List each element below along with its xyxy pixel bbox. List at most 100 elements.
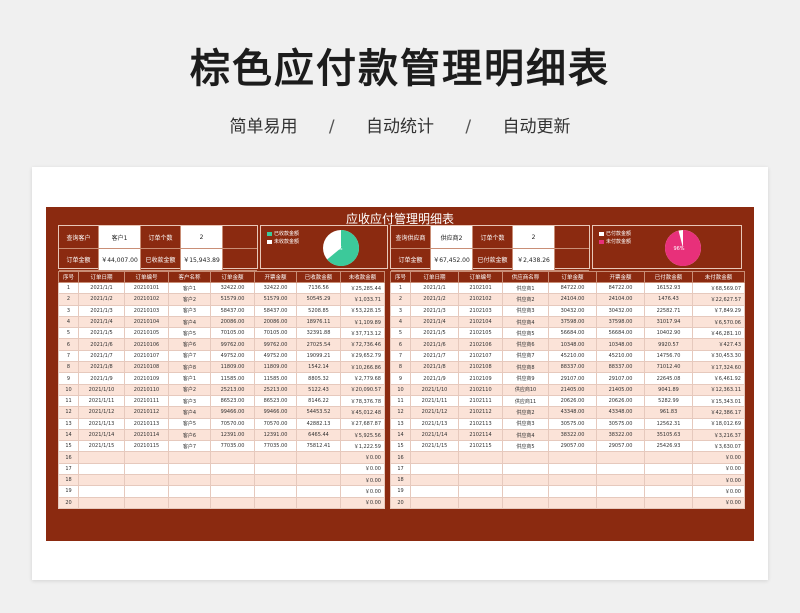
table-cell[interactable]: 20210108 (124, 361, 169, 374)
table-cell[interactable]: 客户3 (168, 394, 211, 408)
table-cell[interactable] (254, 451, 297, 464)
table-cell[interactable]: 8 (390, 361, 411, 374)
table-cell[interactable]: 50545.29 (296, 293, 341, 306)
table-cell[interactable]: 5122.43 (296, 383, 341, 396)
table-cell[interactable]: 20210109 (124, 372, 169, 385)
table-cell[interactable]: 20 (58, 496, 79, 509)
table-cell[interactable] (210, 462, 255, 476)
table-cell[interactable]: 9041.89 (644, 383, 693, 396)
table-cell[interactable]: 2021/1/5 (410, 327, 459, 340)
summary-value[interactable]: 供应商2 (431, 226, 473, 248)
table-cell[interactable] (596, 485, 645, 498)
table-cell[interactable]: 19 (58, 485, 79, 498)
table-cell[interactable]: 20210114 (124, 428, 169, 442)
table-cell[interactable] (644, 451, 693, 464)
table-cell[interactable]: 86523.00 (210, 394, 255, 408)
table-cell[interactable]: 20210104 (124, 315, 169, 329)
table-cell[interactable]: 49752.00 (210, 349, 255, 363)
table-cell[interactable] (168, 485, 211, 498)
table-cell[interactable]: ￥46,281.10 (692, 327, 745, 340)
table-cell[interactable]: 客户1 (168, 281, 211, 295)
table-cell[interactable]: 99466.00 (254, 406, 297, 419)
table-cell[interactable] (254, 462, 297, 476)
table-cell[interactable]: 2102114 (458, 428, 503, 442)
table-cell[interactable] (78, 485, 125, 498)
table-cell[interactable] (596, 496, 645, 509)
table-cell[interactable]: 25213.00 (210, 383, 255, 396)
table-cell[interactable]: 70570.00 (210, 417, 255, 430)
table-cell[interactable] (458, 496, 503, 509)
table-cell[interactable]: 12562.31 (644, 417, 693, 430)
table-cell[interactable]: 38322.00 (548, 428, 597, 442)
table-cell[interactable]: ￥72,736.46 (340, 338, 385, 351)
table-cell[interactable]: 29057.00 (596, 440, 645, 453)
table-cell[interactable]: ￥7,849.29 (692, 304, 745, 317)
table-cell[interactable]: ￥12,363.11 (692, 383, 745, 396)
table-cell[interactable]: 11809.00 (210, 361, 255, 374)
table-cell[interactable]: 2102113 (458, 417, 503, 430)
table-cell[interactable]: 供应商1 (502, 281, 549, 295)
table-cell[interactable]: 20210107 (124, 349, 169, 363)
table-cell[interactable] (548, 451, 597, 464)
table-cell[interactable] (458, 485, 503, 498)
table-cell[interactable]: 3 (58, 304, 79, 317)
table-cell[interactable] (458, 451, 503, 464)
table-cell[interactable]: 18976.11 (296, 315, 341, 329)
table-cell[interactable]: 2021/1/2 (410, 293, 459, 306)
table-cell[interactable]: 6465.44 (296, 428, 341, 442)
table-cell[interactable]: 20626.00 (596, 394, 645, 408)
table-cell[interactable]: 供应商4 (502, 428, 549, 442)
table-cell[interactable]: 10348.00 (548, 338, 597, 351)
table-cell[interactable]: 19 (390, 485, 411, 498)
table-cell[interactable] (254, 496, 297, 509)
table-cell[interactable]: ￥17,324.60 (692, 361, 745, 374)
table-cell[interactable]: 21405.00 (596, 383, 645, 396)
table-cell[interactable]: 2021/1/8 (78, 361, 125, 374)
table-cell[interactable] (644, 485, 693, 498)
table-cell[interactable]: 客户4 (168, 406, 211, 419)
table-cell[interactable]: 961.83 (644, 406, 693, 419)
table-cell[interactable]: 2102102 (458, 293, 503, 306)
table-cell[interactable]: 2102106 (458, 338, 503, 351)
table-cell[interactable] (254, 474, 297, 487)
table-cell[interactable]: 2021/1/10 (410, 383, 459, 396)
table-cell[interactable]: 客户7 (168, 349, 211, 363)
table-cell[interactable] (168, 496, 211, 509)
table-cell[interactable]: 29107.00 (548, 372, 597, 385)
table-cell[interactable] (644, 474, 693, 487)
table-cell[interactable]: 6 (390, 338, 411, 351)
table-cell[interactable]: 32391.88 (296, 327, 341, 340)
table-cell[interactable]: 70570.00 (254, 417, 297, 430)
table-cell[interactable] (410, 496, 459, 509)
table-cell[interactable]: 25213.00 (254, 383, 297, 396)
summary-value[interactable]: ￥2,438.26 (513, 249, 555, 270)
table-cell[interactable]: 20626.00 (548, 394, 597, 408)
table-cell[interactable]: 58437.00 (254, 304, 297, 317)
table-cell[interactable]: ￥1,222.59 (340, 440, 385, 453)
table-cell[interactable]: 14 (390, 428, 411, 442)
table-cell[interactable]: ￥15,343.01 (692, 394, 745, 408)
table-cell[interactable]: 2102111 (458, 394, 503, 408)
table-cell[interactable]: 43348.00 (548, 406, 597, 419)
table-cell[interactable]: 24104.00 (596, 293, 645, 306)
table-cell[interactable]: 5282.99 (644, 394, 693, 408)
table-cell[interactable]: 20210105 (124, 327, 169, 340)
table-cell[interactable]: 14756.70 (644, 349, 693, 363)
table-cell[interactable]: 13 (58, 417, 79, 430)
table-cell[interactable]: ￥30,453.30 (692, 349, 745, 363)
table-cell[interactable]: 2021/1/3 (78, 304, 125, 317)
table-cell[interactable]: 45210.00 (548, 349, 597, 363)
table-cell[interactable]: 1476.43 (644, 293, 693, 306)
table-cell[interactable] (502, 496, 549, 509)
table-cell[interactable]: 2021/1/11 (78, 394, 125, 408)
table-cell[interactable] (210, 451, 255, 464)
table-cell[interactable]: 54453.52 (296, 406, 341, 419)
table-cell[interactable]: 2021/1/9 (410, 372, 459, 385)
table-cell[interactable]: 16 (58, 451, 79, 464)
table-cell[interactable]: ￥27,687.87 (340, 417, 385, 430)
table-cell[interactable]: 客户7 (168, 440, 211, 453)
table-cell[interactable]: 2021/1/12 (78, 406, 125, 419)
table-cell[interactable]: 37598.00 (596, 315, 645, 329)
table-cell[interactable] (210, 496, 255, 509)
table-cell[interactable]: 9 (58, 372, 79, 385)
